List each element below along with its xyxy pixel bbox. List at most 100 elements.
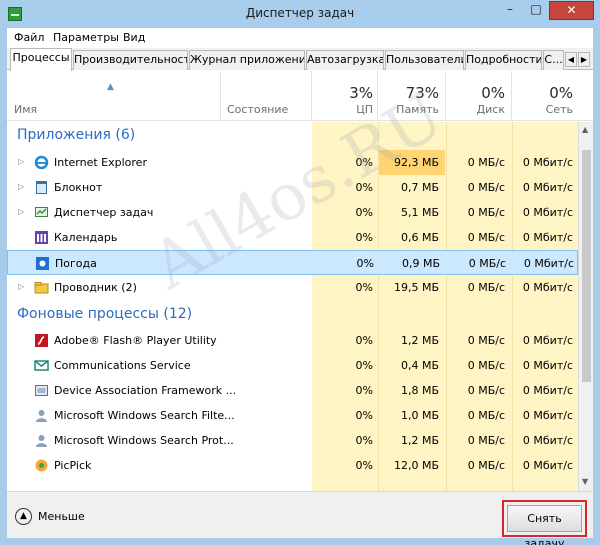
expand-arrow-icon[interactable]: ▷	[18, 157, 24, 166]
menu-file[interactable]: Файл	[14, 31, 44, 44]
task-manager-icon	[35, 207, 48, 217]
scroll-down-icon[interactable]: ▼	[582, 477, 588, 486]
process-name: Device Association Framework ...	[54, 384, 237, 397]
memory-value: 5,1 МБ	[400, 206, 439, 219]
expand-arrow-icon[interactable]: ▷	[18, 182, 24, 191]
device-icon	[35, 385, 48, 396]
column-network[interactable]: Сеть	[513, 103, 573, 116]
search-user-icon	[36, 435, 47, 447]
process-name: Internet Explorer	[54, 156, 147, 169]
column-cpu-percent[interactable]: 3%	[313, 84, 373, 102]
memory-value: 0,7 МБ	[400, 181, 439, 194]
chevron-up-icon[interactable]: ▲	[15, 508, 32, 525]
process-table: Приложения (6) ▷ Internet Explorer 0% 92…	[7, 122, 578, 491]
footer-bar: ▲ Меньше Снять задачу	[7, 491, 593, 545]
ie-icon	[34, 155, 49, 170]
network-value: 0 Мбит/с	[522, 231, 573, 244]
process-row-search-protocol[interactable]: Microsoft Windows Search Prot... 0% 1,2 …	[7, 428, 578, 453]
sort-ascending-icon: ▲	[107, 82, 114, 92]
memory-value: 0,9 МБ	[401, 257, 440, 270]
process-name: Communications Service	[54, 359, 191, 372]
expand-arrow-icon[interactable]: ▷	[18, 207, 24, 216]
network-value: 0 Мбит/с	[522, 384, 573, 397]
tab-startup[interactable]: Автозагрузка	[306, 50, 384, 70]
process-name: Adobe® Flash® Player Utility	[54, 334, 217, 347]
flash-icon	[35, 334, 48, 347]
process-row-notepad[interactable]: ▷ Блокнот 0% 0,7 МБ 0 МБ/с 0 Мбит/с	[7, 175, 578, 200]
task-manager-window: Диспетчер задач – □ ✕ Файл Параметры Вид…	[0, 0, 600, 545]
process-row-task-manager[interactable]: ▷ Диспетчер задач 0% 5,1 МБ 0 МБ/с 0 Мби…	[7, 200, 578, 225]
tab-scroll-right-icon[interactable]: ▶	[578, 52, 590, 67]
disk-value: 0 МБ/с	[468, 257, 506, 270]
menu-bar: Файл Параметры Вид	[7, 28, 593, 48]
tab-app-history[interactable]: Журнал приложений	[189, 50, 305, 70]
process-name: Погода	[55, 257, 97, 270]
cpu-value: 0%	[355, 459, 373, 472]
process-row-communications[interactable]: Communications Service 0% 0,4 МБ 0 МБ/с …	[7, 353, 578, 378]
process-name: Проводник (2)	[54, 281, 137, 294]
cpu-value: 0%	[355, 281, 373, 294]
column-memory[interactable]: Память	[379, 103, 439, 116]
process-row-internet-explorer[interactable]: ▷ Internet Explorer 0% 92,3 МБ 0 МБ/с 0 …	[7, 150, 578, 175]
group-heading-background[interactable]: Фоновые процессы (12)	[17, 306, 192, 322]
end-task-button[interactable]: Снять задачу	[507, 505, 582, 545]
network-value: 0 Мбит/с	[522, 281, 573, 294]
cpu-value: 0%	[355, 434, 373, 447]
process-row-explorer[interactable]: ▷ Проводник (2) 0% 19,5 МБ 0 МБ/с 0 Мбит…	[7, 275, 578, 300]
tab-processes[interactable]: Процессы	[10, 48, 72, 71]
menu-options[interactable]: Параметры	[53, 31, 119, 44]
cpu-value: 0%	[355, 156, 373, 169]
network-value: 0 Мбит/с	[522, 156, 573, 169]
tab-details[interactable]: Подробности	[465, 50, 542, 70]
column-disk[interactable]: Диск	[447, 103, 505, 116]
column-cpu[interactable]: ЦП	[313, 103, 373, 116]
cpu-value: 0%	[355, 181, 373, 194]
column-memory-percent[interactable]: 73%	[379, 84, 439, 102]
process-row-weather[interactable]: Погода 0% 0,9 МБ 0 МБ/с 0 Мбит/с	[7, 250, 578, 275]
memory-value: 1,8 МБ	[400, 384, 439, 397]
maximize-button[interactable]: □	[523, 1, 549, 20]
column-disk-percent[interactable]: 0%	[447, 84, 505, 102]
scrollbar-thumb[interactable]	[582, 150, 591, 382]
disk-value: 0 МБ/с	[467, 206, 505, 219]
column-status[interactable]: Состояние	[227, 103, 288, 116]
explorer-icon	[34, 282, 49, 294]
scroll-up-icon[interactable]: ▲	[582, 125, 588, 134]
calendar-icon	[35, 231, 48, 244]
menu-view[interactable]: Вид	[123, 31, 145, 44]
tab-services[interactable]: С...	[543, 50, 564, 70]
process-name: PicPick	[54, 459, 92, 472]
tab-performance[interactable]: Производительность	[73, 50, 188, 70]
group-heading-apps[interactable]: Приложения (6)	[17, 127, 135, 143]
process-row-picpick[interactable]: PicPick 0% 12,0 МБ 0 МБ/с 0 Мбит/с	[7, 453, 578, 478]
network-value: 0 Мбит/с	[523, 257, 574, 270]
column-name[interactable]: Имя	[14, 103, 37, 116]
expand-arrow-icon[interactable]: ▷	[18, 282, 24, 291]
tab-bar: Процессы Производительность Журнал прило…	[7, 48, 593, 71]
search-user-icon	[36, 410, 47, 422]
process-row-device-association[interactable]: Device Association Framework ... 0% 1,8 …	[7, 378, 578, 403]
disk-value: 0 МБ/с	[467, 181, 505, 194]
process-row-calendar[interactable]: Календарь 0% 0,6 МБ 0 МБ/с 0 Мбит/с	[7, 225, 578, 250]
tab-scroll-left-icon[interactable]: ◀	[565, 52, 577, 67]
memory-value: 1,2 МБ	[400, 334, 439, 347]
cpu-value: 0%	[355, 206, 373, 219]
memory-value: 0,6 МБ	[400, 231, 439, 244]
title-bar[interactable]: Диспетчер задач – □ ✕	[0, 0, 600, 28]
disk-value: 0 МБ/с	[467, 434, 505, 447]
minimize-button[interactable]: –	[497, 1, 523, 20]
column-network-percent[interactable]: 0%	[513, 84, 573, 102]
vertical-scrollbar[interactable]: ▲ ▼	[578, 122, 593, 491]
process-row-search-filter[interactable]: Microsoft Windows Search Filte... 0% 1,0…	[7, 403, 578, 428]
column-divider	[445, 71, 446, 121]
process-row-flash-utility[interactable]: Adobe® Flash® Player Utility 0% 1,2 МБ 0…	[7, 328, 578, 353]
fewer-details-link[interactable]: Меньше	[38, 510, 85, 523]
close-button[interactable]: ✕	[549, 1, 594, 20]
disk-value: 0 МБ/с	[467, 231, 505, 244]
process-name: Блокнот	[54, 181, 103, 194]
cpu-value: 0%	[355, 231, 373, 244]
memory-value: 19,5 МБ	[393, 281, 439, 294]
cpu-value: 0%	[355, 409, 373, 422]
tab-users[interactable]: Пользователи	[385, 50, 464, 70]
cpu-value: 0%	[355, 359, 373, 372]
